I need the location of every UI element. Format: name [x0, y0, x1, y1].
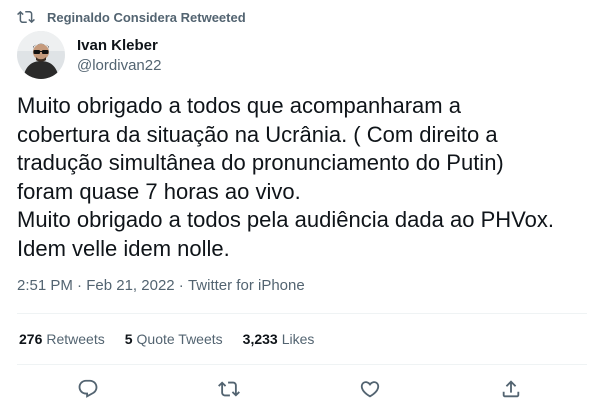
author-handle[interactable]: @lordivan22	[77, 56, 161, 75]
likes-label: Likes	[281, 331, 315, 347]
retweet-button[interactable]	[218, 378, 240, 400]
retweets-stat[interactable]: 276 Retweets	[19, 331, 105, 347]
retweet-context: Reginaldo Considera Retweeted	[17, 7, 246, 27]
quote-tweets-count: 5	[124, 331, 133, 347]
tweet-text: Muito obrigado a todos que acompanharam …	[17, 93, 554, 261]
retweets-count: 276	[19, 331, 43, 347]
tweet-time[interactable]: 2:51 PM	[17, 277, 73, 294]
divider	[17, 313, 587, 314]
meta-separator: ·	[174, 277, 188, 294]
author-display-name[interactable]: Ivan Kleber	[77, 36, 161, 55]
share-button[interactable]	[500, 378, 522, 400]
tweet-source[interactable]: Twitter for iPhone	[188, 277, 305, 294]
divider	[17, 364, 587, 365]
meta-separator: ·	[72, 277, 87, 294]
tweet-actions	[17, 370, 587, 408]
heart-icon	[359, 378, 381, 400]
reply-icon	[77, 378, 99, 400]
tweet-meta: 2:51 PM · Feb 21, 2022 · Twitter for iPh…	[17, 277, 305, 294]
retweets-label: Retweets	[46, 331, 105, 347]
author-names: Ivan Kleber @lordivan22	[77, 36, 161, 75]
likes-stat[interactable]: 3,233 Likes	[243, 331, 315, 347]
quote-tweets-stat[interactable]: 5 Quote Tweets	[125, 331, 223, 347]
tweet-stats: 276 Retweets 5 Quote Tweets 3,233 Likes	[19, 331, 334, 347]
avatar[interactable]	[17, 31, 65, 79]
quote-tweets-label: Quote Tweets	[136, 331, 223, 347]
tweet-date[interactable]: Feb 21, 2022	[86, 277, 174, 294]
reply-button[interactable]	[77, 378, 99, 400]
retweet-icon	[17, 8, 35, 26]
tweet-header: Ivan Kleber @lordivan22	[17, 31, 161, 79]
likes-count: 3,233	[242, 331, 278, 347]
retweet-icon	[218, 378, 240, 400]
like-button[interactable]	[359, 378, 381, 400]
share-icon	[500, 378, 522, 400]
retweet-context-text[interactable]: Reginaldo Considera Retweeted	[47, 10, 246, 25]
